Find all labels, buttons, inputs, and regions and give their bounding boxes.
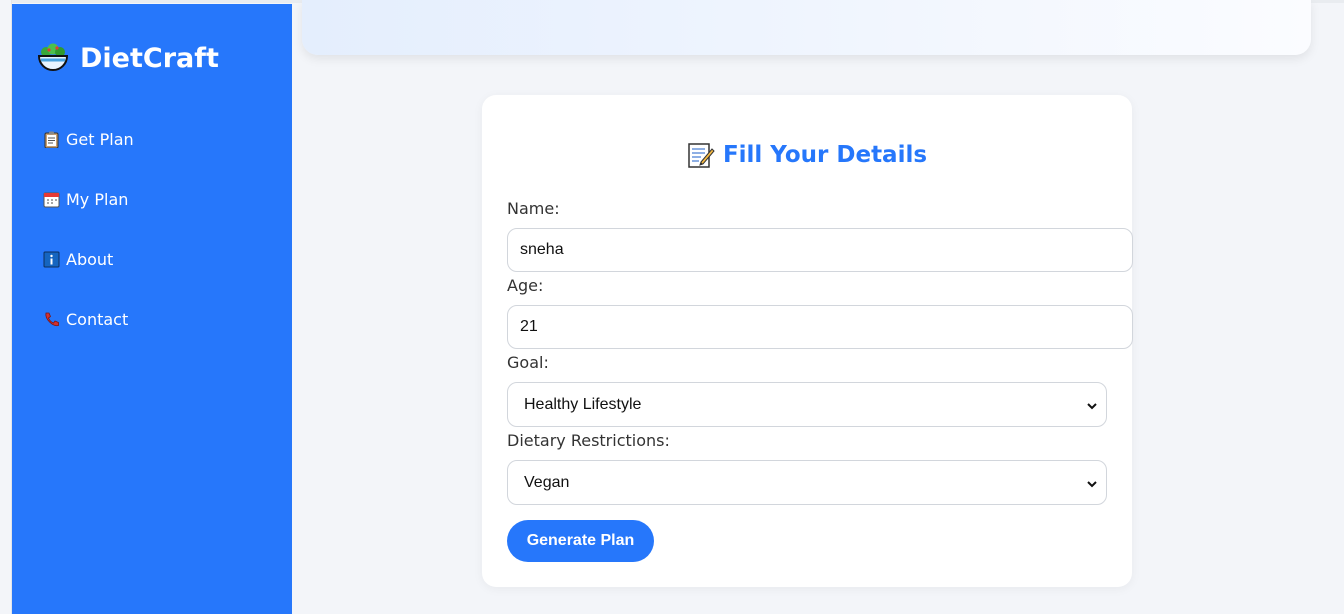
calendar-icon: [43, 191, 60, 208]
sidebar-item-label: Get Plan: [66, 129, 134, 149]
chevron-down-icon: [1086, 477, 1098, 489]
salad-bowl-icon: [36, 41, 70, 75]
form-title-text: Fill Your Details: [722, 142, 928, 168]
chevron-down-icon: [1086, 399, 1098, 411]
generate-plan-button[interactable]: Generate Plan: [507, 520, 654, 562]
window-left-edge: [0, 0, 12, 614]
name-label: Name:: [507, 199, 560, 218]
sidebar-item-label: My Plan: [66, 189, 129, 209]
sidebar-item-get-plan[interactable]: Get Plan: [43, 124, 134, 154]
dietary-select-value: Vegan: [524, 473, 570, 491]
header-banner: [302, 0, 1311, 55]
sidebar-item-label: About: [66, 249, 114, 269]
age-label: Age:: [507, 276, 544, 295]
name-input-value: sneha: [520, 241, 564, 258]
clipboard-icon: [43, 131, 60, 148]
dietary-restrictions-select[interactable]: Vegan: [507, 460, 1107, 505]
sidebar-item-contact[interactable]: Contact: [43, 304, 134, 334]
dietary-restrictions-label: Dietary Restrictions:: [507, 431, 670, 450]
sidebar-nav: Get Plan My Plan About Contact: [43, 124, 134, 364]
sidebar-item-my-plan[interactable]: My Plan: [43, 184, 134, 214]
brand-name: DietCraft: [80, 42, 219, 74]
details-form-card: Fill Your Details Name: sneha Age: 21 Go…: [482, 95, 1133, 587]
goal-select-value: Healthy Lifestyle: [524, 395, 642, 413]
sidebar: DietCraft Get Plan My Plan About Contact: [12, 4, 292, 614]
brand[interactable]: DietCraft: [36, 38, 219, 78]
age-input-value: 21: [520, 318, 538, 335]
goal-select[interactable]: Healthy Lifestyle: [507, 382, 1107, 427]
info-icon: [43, 251, 60, 268]
memo-icon: [687, 141, 715, 169]
name-input[interactable]: sneha: [507, 228, 1133, 272]
sidebar-item-about[interactable]: About: [43, 244, 134, 274]
sidebar-item-label: Contact: [66, 309, 129, 329]
form-title: Fill Your Details: [482, 141, 1132, 169]
goal-label: Goal:: [507, 353, 549, 372]
age-input[interactable]: 21: [507, 305, 1133, 349]
phone-icon: [43, 311, 60, 328]
